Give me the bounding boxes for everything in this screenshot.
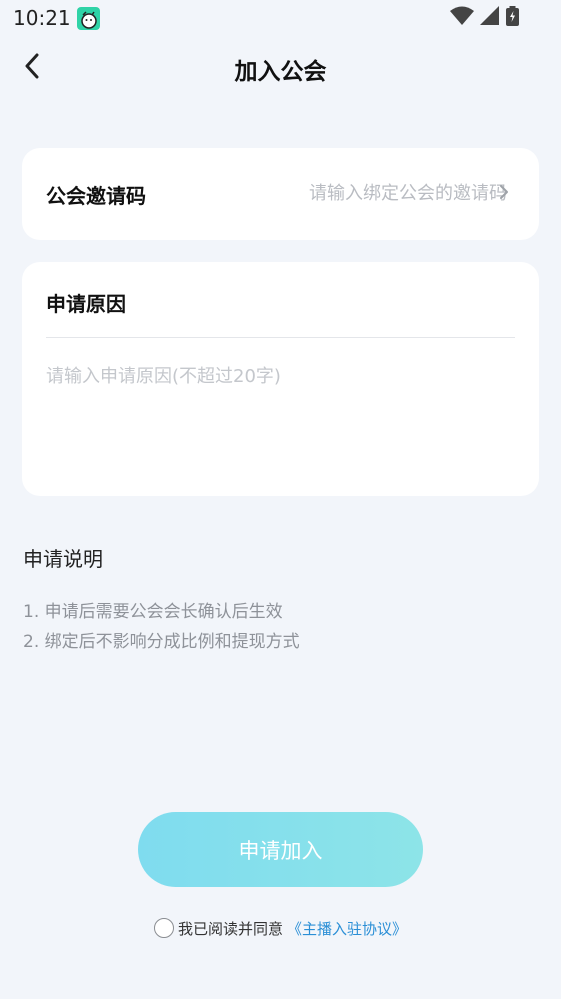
app-notification-icon <box>77 7 100 30</box>
notes-title: 申请说明 <box>23 547 103 571</box>
notes-list: 1. 申请后需要公会会长确认后生效 2. 绑定后不影响分成比例和提现方式 <box>23 597 300 657</box>
reason-input[interactable] <box>46 362 516 472</box>
nav-bar: 加入公会 <box>0 40 561 96</box>
divider <box>46 337 515 338</box>
agreement-row: 我已阅读并同意 《主播入驻协议》 <box>0 916 561 940</box>
status-time: 10:21 <box>13 6 71 30</box>
submit-button[interactable]: 申请加入 <box>138 812 423 887</box>
reason-label: 申请原因 <box>46 292 126 316</box>
agreement-text: 我已阅读并同意 <box>177 919 283 938</box>
signal-icon <box>480 6 500 30</box>
status-icons <box>450 6 519 30</box>
agreement-link[interactable]: 《主播入驻协议》 <box>287 918 407 939</box>
invite-code-label: 公会邀请码 <box>46 184 146 208</box>
invite-code-card: 公会邀请码 <box>22 148 539 240</box>
chevron-right-icon[interactable] <box>497 182 511 202</box>
notes-item: 2. 绑定后不影响分成比例和提现方式 <box>23 632 300 652</box>
wifi-icon <box>450 6 474 30</box>
invite-code-input[interactable] <box>202 176 507 210</box>
notes-item: 1. 申请后需要公会会长确认后生效 <box>23 602 283 622</box>
battery-icon <box>506 6 519 30</box>
agree-checkbox[interactable] <box>153 918 174 938</box>
status-bar: 10:21 <box>0 0 561 38</box>
page-title: 加入公会 <box>234 59 327 85</box>
reason-card: 申请原因 <box>22 262 539 496</box>
